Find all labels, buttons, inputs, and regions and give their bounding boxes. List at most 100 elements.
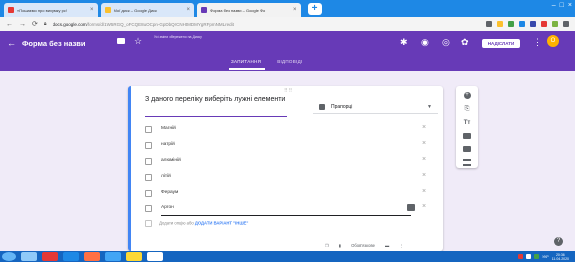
option-row[interactable]: літій × xyxy=(145,172,430,186)
palette-icon[interactable]: ✱ xyxy=(400,37,408,48)
add-other-link[interactable]: ДОДАТИ ВАРІАНТ "ІНШЕ" xyxy=(195,221,248,226)
option-label[interactable]: Аргон xyxy=(161,205,174,210)
add-question-icon[interactable]: + xyxy=(463,92,471,99)
taskbar-app-icon[interactable] xyxy=(105,252,121,261)
send-button[interactable]: НАДІСЛАТИ xyxy=(482,39,520,48)
option-label[interactable]: літій xyxy=(161,174,171,179)
side-toolbar: + ⎘ Tт xyxy=(456,86,478,168)
url-field[interactable]: docs.google.com/forms/d/1W5RGQ_oFCQE8uOC… xyxy=(53,22,480,27)
required-label: Обов'язкове xyxy=(351,243,375,248)
browser-tab-bar: «Пошаємо про вихумку рс! × Мої диск – Go… xyxy=(0,0,575,17)
option-label[interactable]: Фераум xyxy=(161,190,178,195)
tab-favicon-icon xyxy=(8,7,14,13)
tab-title: Мої диск – Google Диск xyxy=(113,7,157,13)
extension-icon[interactable] xyxy=(563,21,569,27)
new-tab-button[interactable]: + xyxy=(307,3,322,15)
tab-title: «Пошаємо про вихумку рс! xyxy=(17,7,67,13)
add-image-icon[interactable] xyxy=(463,133,471,139)
option-row[interactable]: Фераум × xyxy=(145,188,430,202)
question-card[interactable]: ⠿⠿ З даного переліку виберіть лужні елем… xyxy=(128,86,443,251)
tab-close-icon[interactable]: × xyxy=(293,7,297,13)
settings-gear-icon[interactable]: ✿ xyxy=(461,37,469,48)
remove-option-icon[interactable]: × xyxy=(422,203,426,210)
add-option-row[interactable]: Додати опцію або ДОДАТИ ВАРІАНТ "ІНШЕ" xyxy=(145,220,248,227)
forward-icon[interactable]: → xyxy=(19,21,26,28)
arrow-back-icon[interactable]: ← xyxy=(7,38,16,48)
taskbar-app-icon[interactable] xyxy=(147,252,163,261)
extension-icon[interactable] xyxy=(497,21,503,27)
close-window-icon[interactable]: × xyxy=(568,2,572,9)
add-video-icon[interactable] xyxy=(463,146,471,152)
star-icon[interactable]: ☆ xyxy=(134,36,142,47)
avatar[interactable]: О xyxy=(547,35,559,47)
taskbar-app-icon[interactable] xyxy=(42,252,58,261)
import-questions-icon[interactable]: ⎘ xyxy=(465,106,470,113)
browser-tab-1[interactable]: «Пошаємо про вихумку рс! × xyxy=(4,3,98,17)
taskbar: УКР 20:36 11.04.2020 xyxy=(0,251,575,262)
required-toggle[interactable]: ▬ xyxy=(385,243,389,248)
option-row[interactable]: натрій × xyxy=(145,140,430,154)
extension-icon[interactable] xyxy=(541,21,547,27)
option-row[interactable]: Магній × xyxy=(145,124,430,138)
back-icon[interactable]: ← xyxy=(6,21,13,28)
more-vert-icon[interactable]: ⋮ xyxy=(533,37,542,48)
remove-option-icon[interactable]: × xyxy=(422,172,426,179)
add-option-link[interactable]: Додати опцію xyxy=(159,221,185,226)
option-label[interactable]: натрій xyxy=(161,142,175,147)
tray-icon[interactable] xyxy=(526,254,532,259)
tab-responses[interactable]: ВІДПОВІДІ xyxy=(277,59,302,64)
extension-icon[interactable] xyxy=(486,21,492,27)
eye-icon[interactable]: ◎ xyxy=(442,37,450,48)
extension-icon[interactable] xyxy=(519,21,525,27)
reload-icon[interactable]: ⟳ xyxy=(32,20,38,28)
tab-questions[interactable]: ЗАПИТАННЯ xyxy=(231,59,261,64)
remove-option-icon[interactable]: × xyxy=(422,156,426,163)
option-label[interactable]: Магній xyxy=(161,126,176,131)
question-title-underline xyxy=(145,116,287,117)
preview-eye-icon[interactable]: ◉ xyxy=(421,37,429,48)
maximize-icon[interactable]: □ xyxy=(560,2,564,9)
add-image-icon[interactable] xyxy=(407,204,415,211)
extension-icons xyxy=(486,21,569,27)
more-vert-icon[interactable]: ⋮ xyxy=(399,243,403,248)
minimize-icon[interactable]: – xyxy=(552,2,556,9)
tray-icon[interactable] xyxy=(534,254,540,259)
taskbar-app-icon[interactable] xyxy=(126,252,142,261)
form-title[interactable]: Форма без назви xyxy=(22,39,86,48)
address-bar: ← → ⟳ 🔒︎ docs.google.com/forms/d/1W5RGQ_… xyxy=(0,17,575,31)
remove-option-icon[interactable]: × xyxy=(422,124,426,131)
tray-icon[interactable] xyxy=(518,254,524,259)
clock[interactable]: 20:36 11.04.2020 xyxy=(552,253,569,261)
tab-close-icon[interactable]: × xyxy=(187,7,191,13)
tab-close-icon[interactable]: × xyxy=(90,7,94,13)
taskbar-app-icon[interactable] xyxy=(21,252,37,261)
question-type-select[interactable]: Прапорці ▼ xyxy=(313,100,438,114)
browser-tab-3[interactable]: Форма без назви – Google Фо × xyxy=(197,3,301,17)
remove-option-icon[interactable]: × xyxy=(422,140,426,147)
help-icon[interactable]: ? xyxy=(554,237,563,246)
add-option-or: або xyxy=(186,220,194,226)
url-host: docs.google.com xyxy=(52,21,87,27)
drag-handle-icon[interactable]: ⠿⠿ xyxy=(284,88,293,94)
taskbar-app-icon[interactable] xyxy=(63,252,79,261)
duplicate-icon[interactable]: ❐ xyxy=(325,243,329,248)
remove-option-icon[interactable]: × xyxy=(422,188,426,195)
language-indicator[interactable]: УКР xyxy=(542,255,549,259)
option-row[interactable]: алюміній × xyxy=(145,156,430,170)
taskbar-app-icon[interactable] xyxy=(84,252,100,261)
option-label[interactable]: алюміній xyxy=(161,158,181,163)
extension-icon[interactable] xyxy=(508,21,514,27)
extension-icon[interactable] xyxy=(552,21,558,27)
url-path: /forms/d/1W5RGQ_oFCQE8uOCpn-GpDbQrCNHtMD… xyxy=(86,21,234,27)
card-footer: ❐ ▮ Обов'язкове ▬ ⋮ xyxy=(325,243,403,248)
delete-icon[interactable]: ▮ xyxy=(339,243,341,248)
question-title[interactable]: З даного переліку виберіть лужні елемент… xyxy=(145,96,287,105)
checkbox-icon xyxy=(145,142,152,149)
extension-icon[interactable] xyxy=(530,21,536,27)
add-title-icon[interactable]: Tт xyxy=(464,120,471,126)
add-section-icon[interactable] xyxy=(463,159,471,166)
start-button-icon[interactable] xyxy=(2,252,16,261)
browser-tab-2[interactable]: Мої диск – Google Диск × xyxy=(100,3,195,17)
option-row-active[interactable]: Аргон × xyxy=(145,203,430,217)
folder-icon[interactable] xyxy=(117,38,125,44)
